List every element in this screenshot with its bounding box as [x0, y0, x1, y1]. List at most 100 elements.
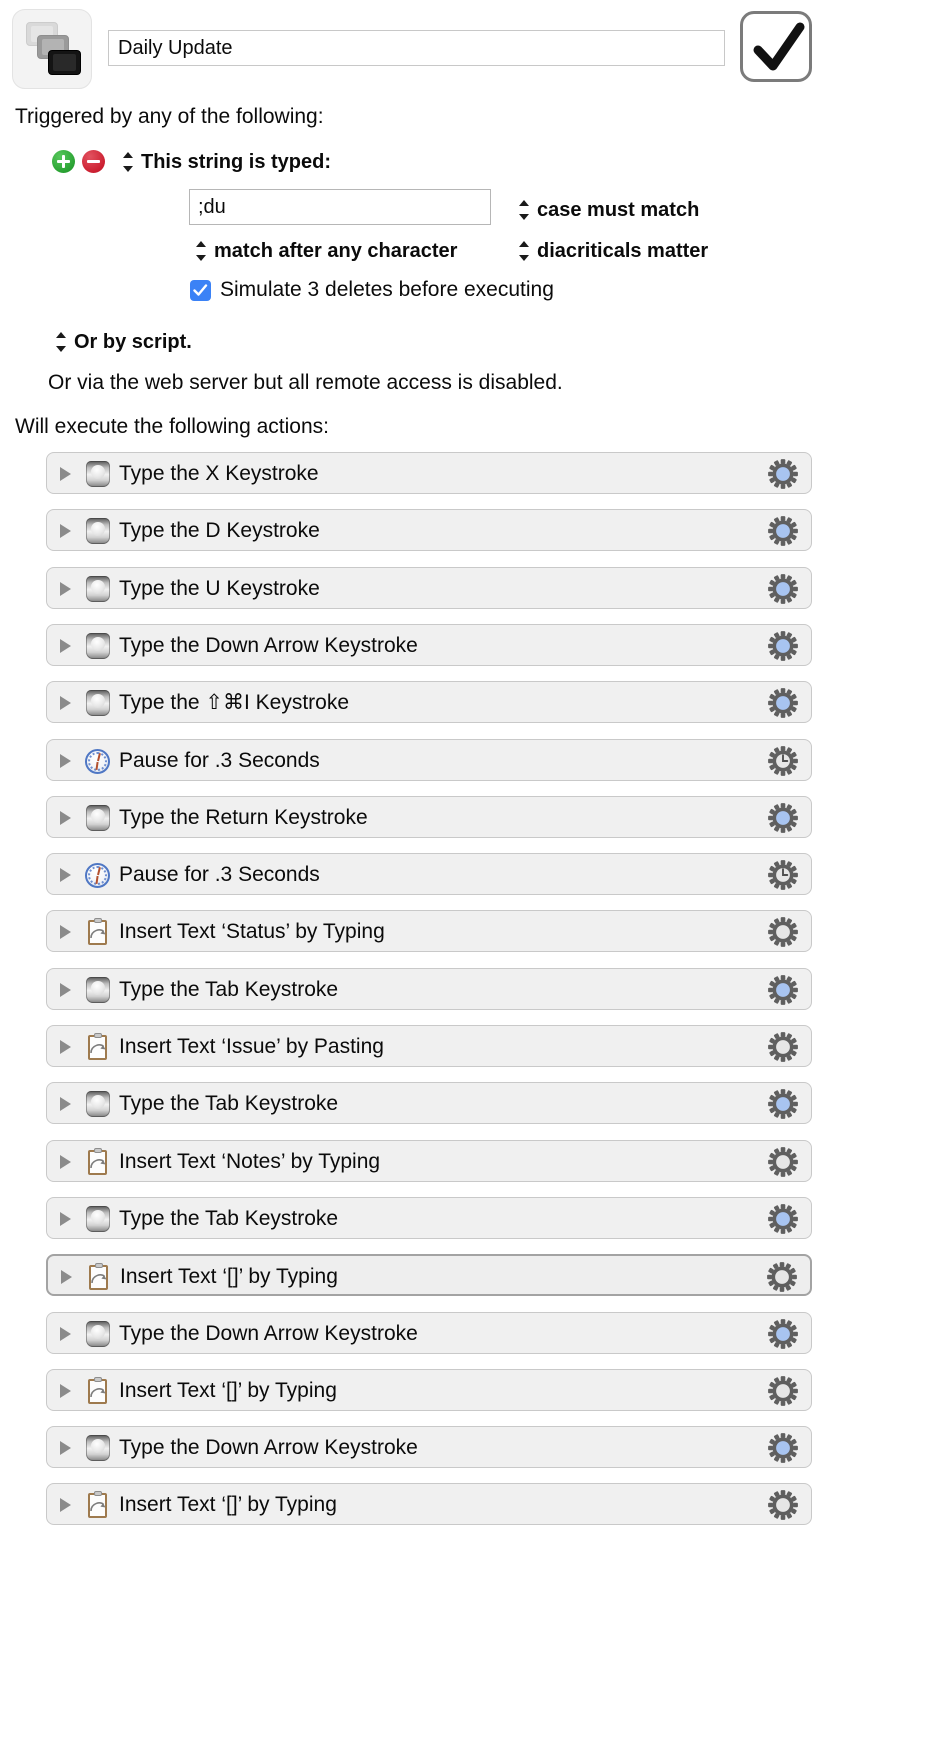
gear-clock-icon[interactable]: [767, 859, 799, 891]
gear-blue-icon[interactable]: [767, 1318, 799, 1350]
case-match-stepper-icon[interactable]: [518, 199, 531, 221]
disclosure-triangle-icon[interactable]: [60, 524, 71, 539]
action-label: Pause for .3 Seconds: [119, 748, 320, 772]
disclosure-triangle-icon[interactable]: [61, 1270, 72, 1285]
gear-blue-icon[interactable]: [767, 687, 799, 719]
match-after-popup[interactable]: match after any character: [214, 240, 457, 263]
action-label: Type the Tab Keystroke: [119, 1206, 339, 1230]
action-label: Type the Return Keystroke: [119, 805, 368, 829]
disclosure-triangle-icon[interactable]: [60, 925, 71, 940]
macro-name-input[interactable]: [108, 30, 725, 66]
or-by-script-popup[interactable]: Or by script.: [74, 331, 192, 354]
action-row[interactable]: Insert Text ‘[]’ by Typing: [46, 1254, 812, 1297]
action-row[interactable]: Pause for .3 Seconds: [46, 853, 812, 896]
clipboard-icon: [83, 1490, 113, 1520]
gear-blue-icon[interactable]: [767, 1088, 799, 1120]
action-row[interactable]: Type the Down Arrow Keystroke: [46, 1426, 812, 1469]
disclosure-triangle-icon[interactable]: [60, 467, 71, 481]
disclosure-triangle-icon[interactable]: [60, 1326, 71, 1341]
disclosure-triangle-icon[interactable]: [60, 1154, 71, 1169]
action-row[interactable]: Type the X Keystroke: [46, 452, 812, 494]
action-label: Type the Tab Keystroke: [119, 1092, 339, 1116]
keystroke-icon: [83, 975, 113, 1005]
action-label: Type the D Keystroke: [119, 519, 320, 543]
disclosure-triangle-icon[interactable]: [60, 1383, 71, 1398]
disclosure-triangle-icon[interactable]: [60, 982, 71, 997]
action-row[interactable]: Insert Text ‘[]’ by Typing: [46, 1483, 812, 1526]
keystroke-icon: [83, 574, 113, 604]
trigger-type-stepper-icon[interactable]: [122, 151, 135, 173]
action-row[interactable]: Type the Down Arrow Keystroke: [46, 623, 812, 666]
disclosure-triangle-icon[interactable]: [60, 581, 71, 596]
trigger-type-popup[interactable]: This string is typed:: [141, 151, 331, 174]
disclosure-triangle-icon[interactable]: [60, 1097, 71, 1112]
add-trigger-button[interactable]: [52, 150, 75, 173]
gear-gray-icon[interactable]: [767, 916, 799, 948]
clipboard-icon: [83, 1147, 113, 1177]
disclosure-triangle-icon[interactable]: [60, 810, 71, 825]
action-row[interactable]: Insert Text ‘Issue’ by Pasting: [46, 1025, 812, 1067]
gear-blue-icon[interactable]: [767, 802, 799, 834]
diacriticals-stepper-icon[interactable]: [518, 240, 531, 262]
action-label: Type the Tab Keystroke: [119, 977, 339, 1001]
disclosure-triangle-icon[interactable]: [60, 638, 71, 653]
gear-blue-icon[interactable]: [767, 1432, 799, 1464]
action-row[interactable]: Type the Down Arrow Keystroke: [46, 1311, 812, 1354]
action-label: Type the U Keystroke: [119, 576, 320, 600]
action-row[interactable]: Type the Tab Keystroke: [46, 1196, 812, 1239]
keystroke-icon: [83, 688, 113, 718]
gear-gray-icon[interactable]: [767, 1489, 799, 1521]
diacriticals-popup[interactable]: diacriticals matter: [537, 240, 708, 263]
action-label: Type the Down Arrow Keystroke: [119, 633, 418, 657]
gear-gray-icon[interactable]: [767, 1031, 799, 1063]
disclosure-triangle-icon[interactable]: [60, 868, 71, 883]
clock-icon: [83, 860, 113, 890]
action-label: Type the Down Arrow Keystroke: [119, 1321, 418, 1345]
action-row[interactable]: Type the ⇧⌘I Keystroke: [46, 681, 812, 724]
action-label: Insert Text ‘Issue’ by Pasting: [119, 1035, 384, 1058]
gear-gray-icon[interactable]: [767, 1375, 799, 1407]
action-row[interactable]: Insert Text ‘[]’ by Typing: [46, 1368, 812, 1411]
match-after-stepper-icon[interactable]: [195, 240, 208, 262]
checkbox-box[interactable]: [190, 280, 211, 301]
disclosure-triangle-icon[interactable]: [60, 1040, 71, 1054]
disclosure-triangle-icon[interactable]: [60, 1211, 71, 1226]
action-row[interactable]: Insert Text ‘Status’ by Typing: [46, 910, 812, 953]
action-label: Pause for .3 Seconds: [119, 863, 320, 887]
remove-trigger-button[interactable]: [82, 150, 105, 173]
action-row[interactable]: Type the Return Keystroke: [46, 795, 812, 838]
web-server-note: Or via the web server but all remote acc…: [48, 371, 563, 394]
action-row[interactable]: Type the Tab Keystroke: [46, 967, 812, 1010]
macro-enabled-checkmark-button[interactable]: [740, 11, 812, 82]
gear-blue-icon[interactable]: [767, 1203, 799, 1235]
action-label: Insert Text ‘Status’ by Typing: [119, 920, 385, 944]
clipboard-icon: [83, 1032, 113, 1062]
action-row[interactable]: Insert Text ‘Notes’ by Typing: [46, 1139, 812, 1182]
gear-blue-icon[interactable]: [767, 573, 799, 605]
keystroke-icon: [83, 1204, 113, 1234]
action-row[interactable]: Type the D Keystroke: [46, 509, 812, 552]
gear-clock-icon[interactable]: [767, 745, 799, 777]
macro-stack-icon: [24, 20, 82, 78]
keystroke-icon: [83, 631, 113, 661]
macro-group-icon[interactable]: [12, 9, 92, 89]
disclosure-triangle-icon[interactable]: [60, 1441, 71, 1456]
check-icon: [193, 284, 208, 296]
disclosure-triangle-icon[interactable]: [60, 1498, 71, 1513]
gear-blue-icon[interactable]: [767, 630, 799, 662]
disclosure-triangle-icon[interactable]: [60, 753, 71, 768]
gear-blue-icon[interactable]: [767, 458, 799, 490]
gear-gray-icon[interactable]: [767, 1146, 799, 1178]
gear-blue-icon[interactable]: [767, 974, 799, 1006]
trigger-string-input[interactable]: [189, 189, 491, 225]
gear-gray-icon[interactable]: [766, 1261, 798, 1293]
gear-blue-icon[interactable]: [767, 515, 799, 547]
or-by-script-stepper-icon[interactable]: [55, 331, 68, 353]
clipboard-icon: [83, 1376, 113, 1406]
disclosure-triangle-icon[interactable]: [60, 696, 71, 711]
case-match-popup[interactable]: case must match: [537, 199, 699, 222]
action-row[interactable]: Type the Tab Keystroke: [46, 1082, 812, 1125]
action-row[interactable]: Pause for .3 Seconds: [46, 738, 812, 781]
action-row[interactable]: Type the U Keystroke: [46, 566, 812, 609]
checkmark-icon: [753, 22, 805, 71]
